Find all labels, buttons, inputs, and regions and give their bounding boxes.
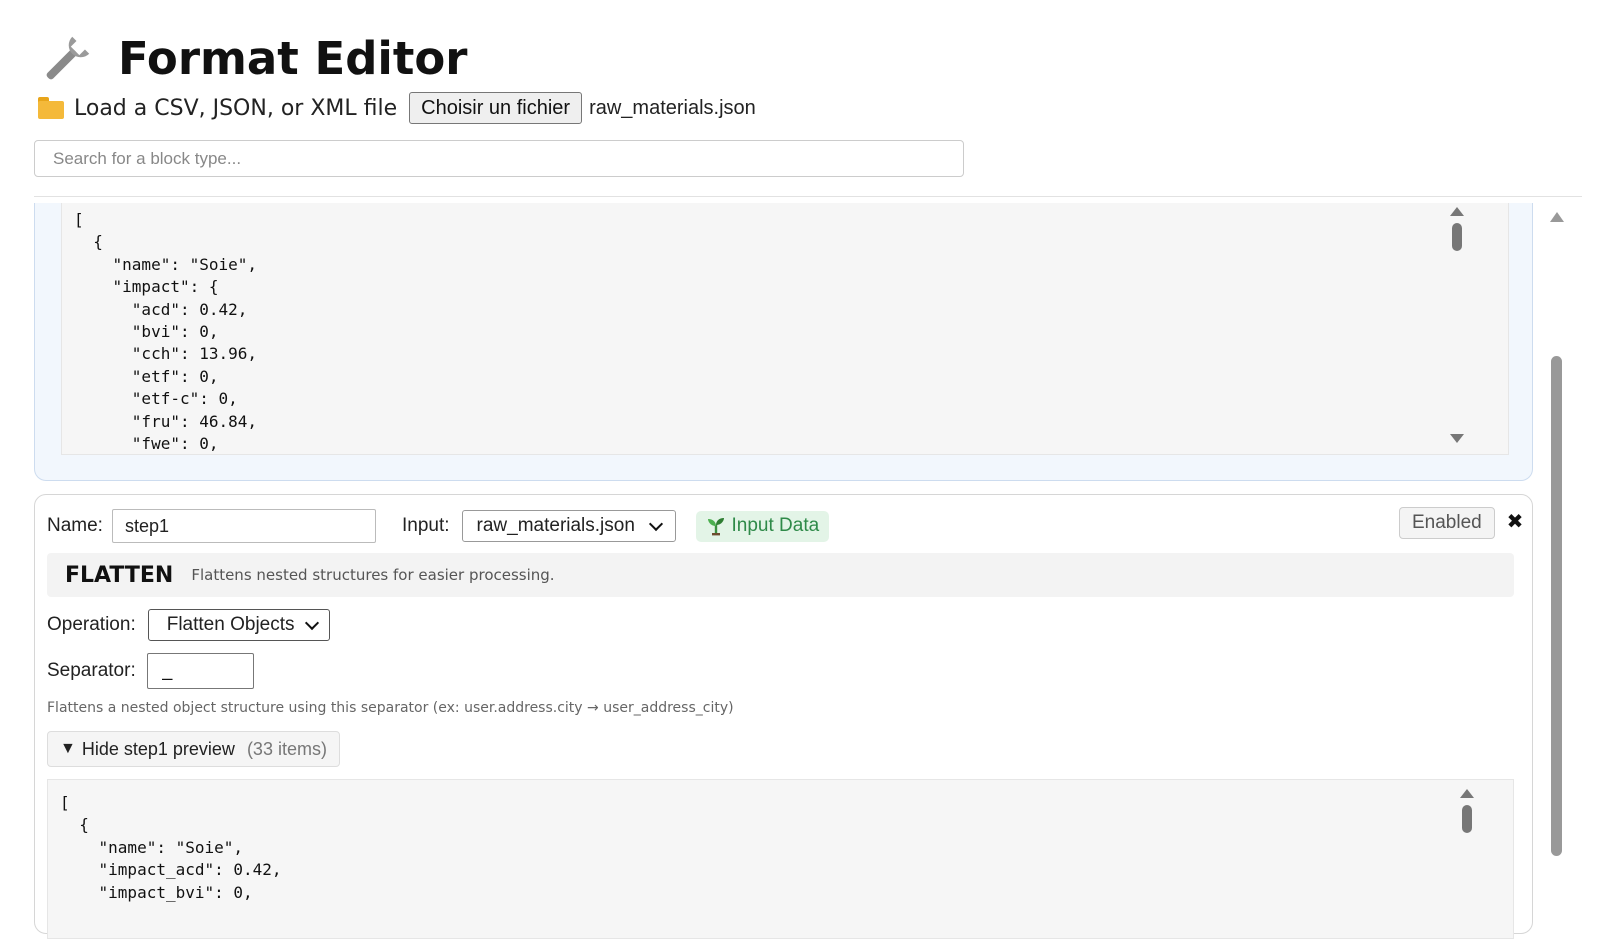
name-label: Name: bbox=[47, 515, 103, 536]
page-title: Format Editor bbox=[118, 31, 468, 85]
block-type-name: FLATTEN bbox=[65, 562, 174, 588]
input-data-badge: Input Data bbox=[695, 510, 830, 542]
scroll-down-arrow-icon[interactable] bbox=[1450, 434, 1464, 443]
scroll-thumb[interactable] bbox=[1462, 805, 1472, 833]
divider bbox=[34, 196, 1582, 197]
chevron-down-icon bbox=[304, 615, 319, 630]
operation-select[interactable]: Flatten Objects bbox=[147, 609, 330, 641]
block-type-description: Flattens nested structures for easier pr… bbox=[191, 566, 555, 584]
load-file-label: Load a CSV, JSON, or XML file bbox=[74, 95, 398, 121]
enabled-toggle-button[interactable]: Enabled bbox=[1399, 507, 1495, 539]
input-preview-scrollbar[interactable] bbox=[1449, 203, 1465, 447]
preview-item-count: (33 items) bbox=[246, 738, 327, 759]
choose-file-button[interactable]: Choisir un fichier bbox=[409, 92, 583, 124]
operation-label: Operation: bbox=[47, 614, 136, 635]
folder-icon bbox=[38, 97, 64, 119]
step-header-row: Name: Input: raw_materials.json Input Da… bbox=[47, 509, 830, 543]
block-type-search-input[interactable] bbox=[34, 140, 964, 177]
close-icon[interactable]: ✖ bbox=[1503, 509, 1527, 533]
input-label: Input: bbox=[401, 515, 450, 536]
input-source-select[interactable]: raw_materials.json bbox=[461, 510, 676, 542]
scroll-thumb[interactable] bbox=[1452, 223, 1462, 251]
step-block: Name: Input: raw_materials.json Input Da… bbox=[34, 494, 1533, 939]
scroll-up-arrow-icon[interactable] bbox=[1450, 207, 1464, 216]
operation-row: Operation: Flatten Objects bbox=[47, 609, 330, 641]
scroll-up-arrow-icon[interactable] bbox=[1460, 789, 1474, 798]
preview-toggle-button[interactable]: ▼ Hide step1 preview (33 items) bbox=[47, 731, 340, 767]
selected-file-name: raw_materials.json bbox=[589, 96, 756, 119]
step-name-input[interactable] bbox=[111, 509, 376, 543]
wrench-icon bbox=[46, 36, 90, 80]
triangle-down-icon: ▼ bbox=[60, 740, 76, 757]
scroll-up-arrow-icon[interactable] bbox=[1550, 212, 1564, 222]
input-data-badge-label: Input Data bbox=[731, 515, 820, 536]
preview-toggle-label: Hide step1 preview bbox=[81, 738, 235, 759]
file-loader: Load a CSV, JSON, or XML file Choisir un… bbox=[38, 90, 756, 126]
sprout-icon bbox=[707, 518, 724, 536]
input-json-preview[interactable]: [ { "name": "Soie", "impact": { "acd": 0… bbox=[61, 203, 1509, 455]
input-data-block: [ { "name": "Soie", "impact": { "acd": 0… bbox=[34, 203, 1533, 481]
separator-input[interactable] bbox=[146, 653, 254, 689]
step-preview-scrollbar[interactable] bbox=[1459, 785, 1475, 925]
operation-value: Flatten Objects bbox=[166, 614, 295, 635]
input-source-value: raw_materials.json bbox=[476, 515, 635, 536]
page-scrollbar[interactable] bbox=[1546, 200, 1568, 900]
block-type-banner: FLATTEN Flattens nested structures for e… bbox=[47, 553, 1514, 597]
header: Format Editor bbox=[40, 30, 467, 86]
chevron-down-icon bbox=[648, 516, 663, 531]
separator-help-text: Flattens a nested object structure using… bbox=[47, 700, 734, 716]
separator-row: Separator: bbox=[47, 653, 254, 689]
separator-label: Separator: bbox=[47, 660, 136, 681]
step-output-preview[interactable]: [ { "name": "Soie", "impact_acd": 0.42, … bbox=[47, 779, 1514, 939]
page-scroll-thumb[interactable] bbox=[1551, 356, 1562, 856]
